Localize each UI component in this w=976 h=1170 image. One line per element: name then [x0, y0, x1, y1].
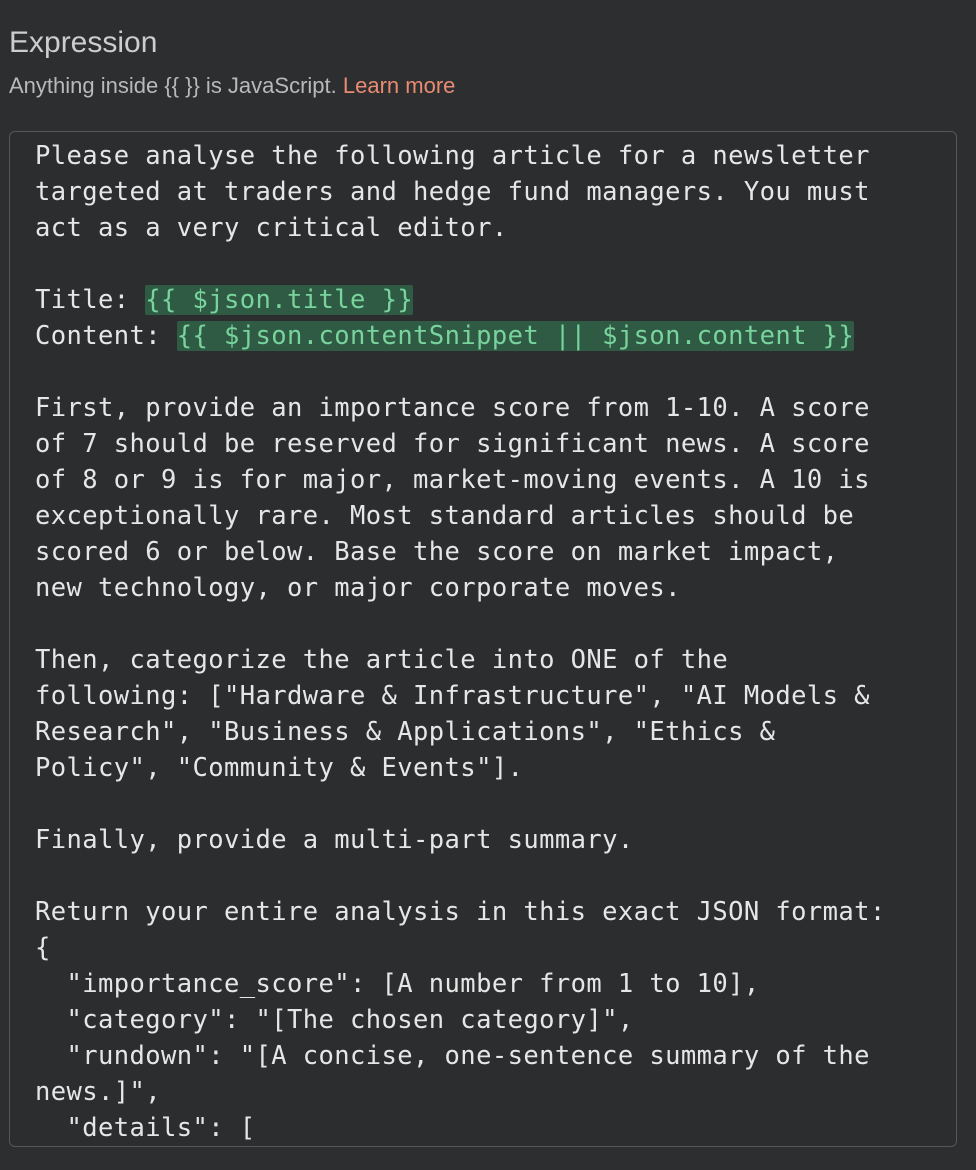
editor-line: "details": [	[35, 1110, 886, 1146]
line-text: following: ["Hardware & Infrastructure",…	[35, 681, 870, 711]
line-text: "details": [	[35, 1113, 256, 1143]
editor-line: Return your entire analysis in this exac…	[35, 894, 886, 930]
line-text: "category": "[The chosen category]",	[35, 1005, 634, 1035]
editor-line: Please analyse the following article for…	[35, 138, 886, 174]
editor-line: act as a very critical editor.	[35, 210, 886, 246]
expression-panel: Expression Anything inside {{ }} is Java…	[0, 0, 976, 1170]
inline-expression: {{ $json.title }}	[145, 285, 414, 315]
line-text: First, provide an importance score from …	[35, 393, 870, 423]
line-text: "rundown": "[A concise, one-sentence sum…	[35, 1041, 870, 1071]
editor-content[interactable]: Please analyse the following article for…	[35, 138, 886, 1146]
hint-text: Anything inside {{ }} is JavaScript.	[9, 73, 343, 98]
editor-line: new technology, or major corporate moves…	[35, 570, 886, 606]
line-text: Title:	[35, 285, 146, 315]
line-text: Then, categorize the article into ONE of…	[35, 645, 729, 675]
expression-editor[interactable]: Please analyse the following article for…	[9, 131, 957, 1147]
line-text: exceptionally rare. Most standard articl…	[35, 501, 855, 531]
editor-line: Then, categorize the article into ONE of…	[35, 642, 886, 678]
editor-line: following: ["Hardware & Infrastructure",…	[35, 678, 886, 714]
editor-line: {	[35, 930, 886, 966]
editor-line: targeted at traders and hedge fund manag…	[35, 174, 886, 210]
editor-line: exceptionally rare. Most standard articl…	[35, 498, 886, 534]
line-text: Research", "Business & Applications", "E…	[35, 717, 776, 747]
editor-line: "rundown": "[A concise, one-sentence sum…	[35, 1038, 886, 1074]
line-text: Please analyse the following article for…	[35, 141, 870, 171]
line-text: Return your entire analysis in this exac…	[35, 897, 886, 927]
expression-hint: Anything inside {{ }} is JavaScript. Lea…	[9, 72, 455, 100]
line-text: Policy", "Community & Events"].	[35, 753, 524, 783]
line-text: act as a very critical editor.	[35, 213, 508, 243]
editor-line: First, provide an importance score from …	[35, 390, 886, 426]
line-text: news.]",	[35, 1077, 162, 1107]
editor-line: of 7 should be reserved for significant …	[35, 426, 886, 462]
panel-title: Expression	[9, 26, 158, 59]
editor-line: of 8 or 9 is for major, market-moving ev…	[35, 462, 886, 498]
editor-line: Policy", "Community & Events"].	[35, 750, 886, 786]
line-text: targeted at traders and hedge fund manag…	[35, 177, 870, 207]
line-text: of 7 should be reserved for significant …	[35, 429, 870, 459]
line-text: scored 6 or below. Base the score on mar…	[35, 537, 839, 567]
editor-line: "category": "[The chosen category]",	[35, 1002, 886, 1038]
editor-line: Content: {{ $json.contentSnippet || $jso…	[35, 318, 886, 354]
editor-line: news.]",	[35, 1074, 886, 1110]
editor-line: scored 6 or below. Base the score on mar…	[35, 534, 886, 570]
learn-more-link[interactable]: Learn more	[343, 73, 456, 98]
editor-line: Finally, provide a multi-part summary.	[35, 822, 886, 858]
inline-expression: {{ $json.contentSnippet || $json.content…	[176, 321, 855, 351]
editor-line: Research", "Business & Applications", "E…	[35, 714, 886, 750]
editor-line: Title: {{ $json.title }}	[35, 282, 886, 318]
editor-line: "importance_score": [A number from 1 to …	[35, 966, 886, 1002]
line-text: Content:	[35, 321, 177, 351]
line-text: Finally, provide a multi-part summary.	[35, 825, 634, 855]
line-text: "importance_score": [A number from 1 to …	[35, 969, 760, 999]
line-text: {	[35, 933, 51, 963]
line-text: new technology, or major corporate moves…	[35, 573, 681, 603]
line-text: of 8 or 9 is for major, market-moving ev…	[35, 465, 870, 495]
